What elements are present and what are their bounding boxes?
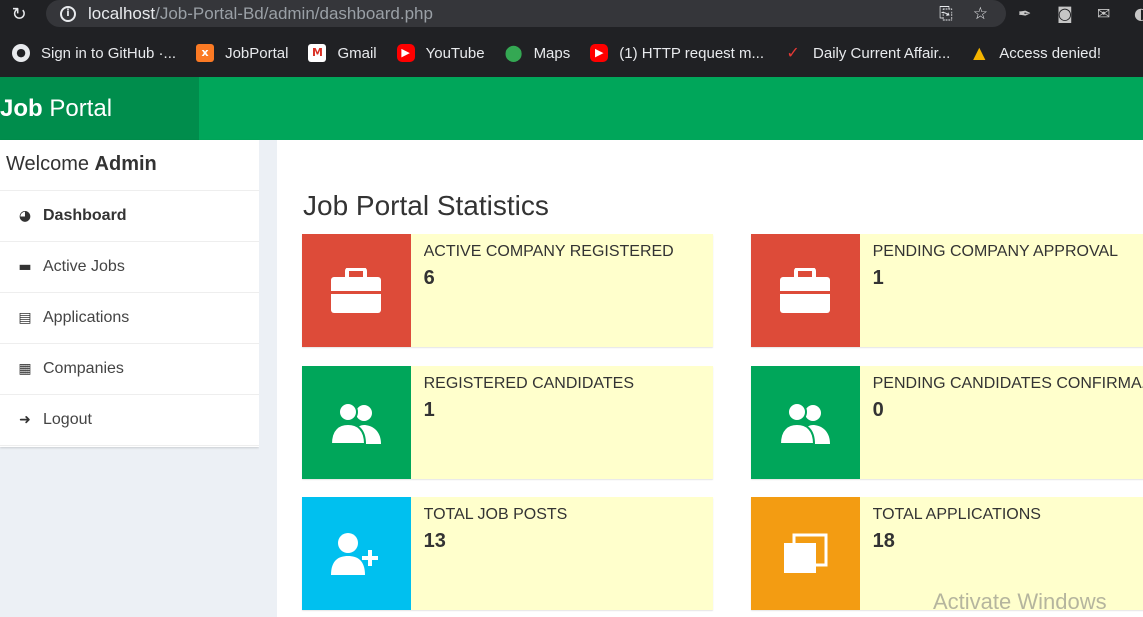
building-icon: ▦ bbox=[18, 361, 32, 377]
stat-label: PENDING CANDIDATES CONFIRMATION bbox=[872, 375, 1143, 392]
bookmark-access-denied[interactable]: ▲ Access denied! bbox=[970, 44, 1101, 62]
main-content: Job Portal Statistics ACTIVE COMPANY REG… bbox=[277, 140, 1143, 617]
stat-label: REGISTERED CANDIDATES bbox=[423, 375, 635, 392]
sidebar-item-logout[interactable]: ➜ Logout bbox=[0, 395, 259, 446]
sidebar-item-label: Logout bbox=[43, 411, 92, 428]
sidebar-item-label: Dashboard bbox=[43, 207, 127, 224]
arrow-circle-icon: ➜ bbox=[19, 412, 31, 428]
sidebar-item-applications[interactable]: ▤ Applications bbox=[0, 293, 259, 344]
address-bar[interactable]: i localhost/Job-Portal-Bd/admin/dashboar… bbox=[46, 0, 1006, 27]
xampp-icon: x bbox=[196, 44, 215, 62]
reload-icon[interactable]: ↻ bbox=[8, 4, 30, 26]
bookmark-label: Daily Current Affair... bbox=[813, 44, 951, 62]
sidebar-item-dashboard[interactable]: ◕ Dashboard bbox=[0, 191, 259, 242]
news-icon: ✓ bbox=[786, 43, 800, 62]
stat-value: 1 bbox=[423, 399, 435, 421]
briefcase-icon bbox=[302, 234, 411, 347]
sidebar-item-label: Companies bbox=[43, 360, 124, 377]
stat-label: TOTAL APPLICATIONS bbox=[872, 506, 1041, 523]
logo-bold: Job bbox=[0, 95, 43, 122]
bookmark-youtube[interactable]: ▶ YouTube bbox=[396, 44, 485, 62]
stat-value: 1 bbox=[872, 267, 884, 289]
sidebar-item-companies[interactable]: ▦ Companies bbox=[0, 344, 259, 395]
sidebar-item-active-jobs[interactable]: ▬ Active Jobs bbox=[0, 242, 259, 293]
bookmark-label: JobPortal bbox=[225, 44, 289, 62]
stat-value: 13 bbox=[423, 530, 446, 552]
bookmark-http-request[interactable]: ▶ (1) HTTP request m... bbox=[590, 44, 764, 62]
stat-label: ACTIVE COMPANY REGISTERED bbox=[423, 243, 674, 260]
stat-label: TOTAL JOB POSTS bbox=[423, 506, 568, 523]
camera-extension-icon[interactable]: ◙ bbox=[1057, 4, 1073, 23]
content-gutter bbox=[259, 140, 277, 617]
page-title: Job Portal Statistics bbox=[303, 190, 549, 221]
browser-chrome: ↻ i localhost/Job-Portal-Bd/admin/dashbo… bbox=[0, 0, 1143, 77]
logo[interactable]: Job Portal bbox=[0, 77, 199, 140]
bookmark-star-icon[interactable]: ☆ bbox=[973, 4, 988, 24]
bookmarks-bar: ● Sign in to GitHub ·... x JobPortal M G… bbox=[0, 38, 1109, 68]
stat-box-pending-candidates: PENDING CANDIDATES CONFIRMATION 0 bbox=[751, 366, 1143, 479]
feather-extension-icon[interactable]: ✒ bbox=[1018, 4, 1031, 23]
youtube-icon: ▶ bbox=[396, 44, 415, 62]
bookmark-label: (1) HTTP request m... bbox=[619, 44, 765, 62]
bookmark-github[interactable]: ● Sign in to GitHub ·... bbox=[12, 44, 176, 62]
stat-value: 6 bbox=[423, 267, 435, 289]
bookmark-gmail[interactable]: M Gmail bbox=[308, 44, 377, 62]
briefcase-icon bbox=[751, 234, 860, 347]
id-card-icon: ▤ bbox=[18, 310, 32, 326]
bookmark-current-affairs[interactable]: ✓ Daily Current Affair... bbox=[784, 44, 950, 62]
user-plus-icon bbox=[302, 497, 411, 610]
youtube-icon: ▶ bbox=[590, 44, 609, 62]
sidebar-item-label: Applications bbox=[43, 309, 130, 326]
url-host: localhost bbox=[88, 3, 156, 23]
users-icon bbox=[751, 366, 860, 479]
bookmark-label: Maps bbox=[533, 44, 571, 62]
stat-box-pending-companies: PENDING COMPANY APPROVAL 1 bbox=[751, 234, 1143, 347]
bookmark-label: Sign in to GitHub ·... bbox=[41, 44, 177, 62]
app-header: Job Portal bbox=[0, 77, 1143, 140]
mail-extension-icon[interactable]: ✉ bbox=[1097, 4, 1110, 23]
welcome-prefix: Welcome bbox=[6, 153, 95, 175]
github-icon: ● bbox=[12, 44, 30, 62]
dashboard-icon: ◕ bbox=[18, 208, 32, 224]
url-path: /Job-Portal-Bd/admin/dashboard.php bbox=[155, 3, 433, 23]
maps-icon: ⬤ bbox=[504, 43, 523, 62]
site-icon: ▲ bbox=[973, 43, 986, 62]
logo-rest: Portal bbox=[42, 95, 113, 122]
stat-label: PENDING COMPANY APPROVAL bbox=[872, 243, 1119, 260]
bookmark-label: YouTube bbox=[425, 44, 485, 62]
profile-extension-icon[interactable]: ◐ bbox=[1134, 4, 1143, 23]
welcome-name: Admin bbox=[94, 153, 157, 175]
gmail-icon: M bbox=[308, 44, 327, 62]
stat-box-active-companies: ACTIVE COMPANY REGISTERED 6 bbox=[302, 234, 713, 347]
sidebar: Welcome Admin ◕ Dashboard ▬ Active Jobs … bbox=[0, 140, 259, 447]
activate-windows-watermark: Activate Windows bbox=[933, 589, 1107, 614]
sidebar-item-label: Active Jobs bbox=[43, 258, 125, 275]
info-icon[interactable]: i bbox=[60, 5, 76, 22]
bookmark-label: Access denied! bbox=[999, 44, 1102, 62]
bookmark-label: Gmail bbox=[337, 44, 377, 62]
users-icon bbox=[302, 366, 411, 479]
stat-box-total-job-posts: TOTAL JOB POSTS 13 bbox=[302, 497, 713, 610]
bookmark-maps[interactable]: ⬤ Maps bbox=[505, 44, 571, 62]
briefcase-icon: ▬ bbox=[18, 259, 32, 275]
stat-value: 18 bbox=[872, 530, 895, 552]
translate-icon[interactable]: ⎘ bbox=[939, 4, 953, 24]
stat-value: 0 bbox=[872, 399, 884, 421]
bookmark-jobportal[interactable]: x JobPortal bbox=[196, 44, 288, 62]
files-icon bbox=[751, 497, 860, 610]
welcome-text: Welcome Admin bbox=[0, 140, 259, 191]
stat-box-registered-candidates: REGISTERED CANDIDATES 1 bbox=[302, 366, 713, 479]
